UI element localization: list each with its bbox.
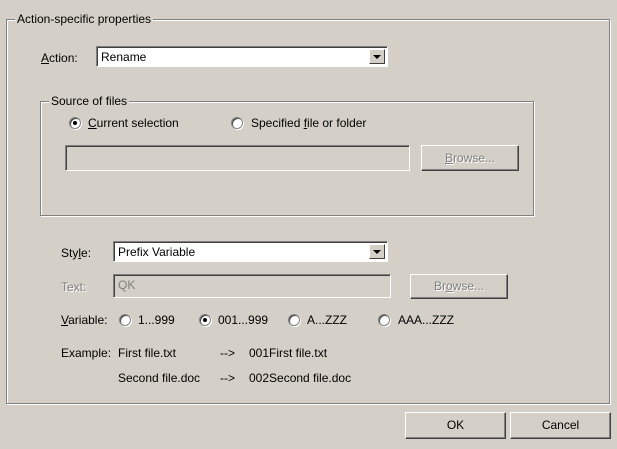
radio-specified-file-label[interactable]: Specified file or folder (251, 115, 366, 131)
chevron-down-icon[interactable] (369, 244, 385, 259)
action-label: Action: (41, 51, 78, 65)
action-dropdown[interactable]: Rename (96, 46, 388, 67)
source-of-files-title: Source of files (49, 94, 130, 108)
radio-current-selection[interactable] (69, 117, 81, 129)
text-label: Text: (61, 280, 87, 294)
example-row-2-source: Second file.doc (118, 371, 201, 385)
radio-current-selection-label[interactable]: Current selection (88, 115, 179, 131)
source-path-input (65, 145, 410, 171)
radio-variable-001-999-label[interactable]: 001...999 (218, 312, 268, 328)
radio-variable-aaa-zzz-label[interactable]: AAA...ZZZ (398, 312, 454, 328)
radio-variable-aaa-zzz[interactable] (378, 314, 390, 326)
example-label: Example: (61, 346, 112, 360)
radio-variable-1-999[interactable] (119, 314, 131, 326)
source-browse-button: Browse... (421, 145, 519, 171)
radio-specified-file[interactable] (231, 117, 243, 129)
radio-variable-a-zzz[interactable] (288, 314, 300, 326)
style-dropdown-value: Prefix Variable (118, 245, 196, 259)
text-input: QK (113, 274, 391, 298)
radio-variable-a-zzz-label[interactable]: A...ZZZ (307, 312, 347, 328)
variable-label: Variable: (61, 313, 108, 327)
text-browse-button: Browse... (410, 274, 508, 299)
example-row-1-result: 001First file.txt (249, 346, 328, 360)
example-row-1-arrow: --> (220, 346, 235, 360)
cancel-button[interactable]: Cancel (510, 412, 611, 439)
example-row-2-arrow: --> (220, 371, 235, 385)
style-label: Style: (61, 246, 92, 260)
example-row-2-result: 002Second file.doc (249, 371, 352, 385)
action-properties-title: Action-specific properties (15, 12, 154, 26)
chevron-down-icon[interactable] (369, 49, 385, 64)
radio-variable-001-999[interactable] (199, 314, 211, 326)
action-dropdown-value: Rename (101, 50, 147, 64)
radio-variable-1-999-label[interactable]: 1...999 (138, 312, 175, 328)
text-input-value: QK (118, 278, 136, 292)
ok-button[interactable]: OK (405, 412, 506, 439)
style-dropdown[interactable]: Prefix Variable (113, 241, 388, 262)
example-row-1-source: First file.txt (118, 346, 177, 360)
